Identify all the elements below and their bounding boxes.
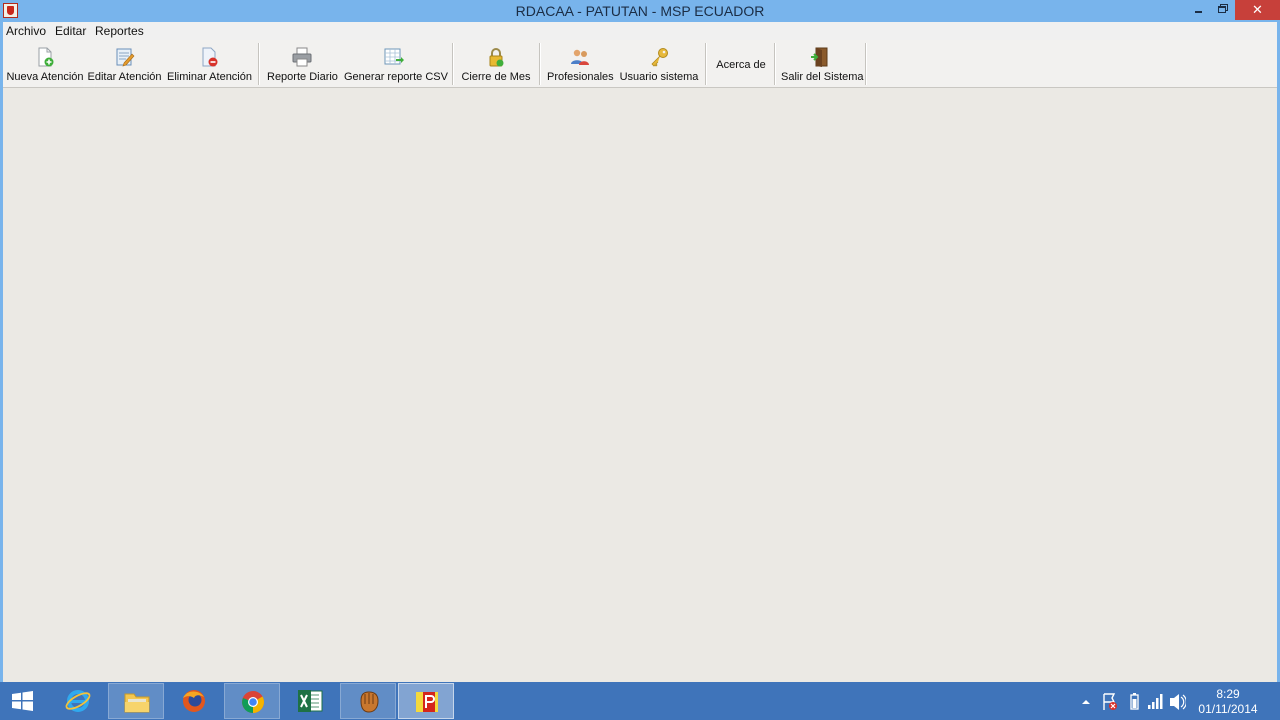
profesionales-button[interactable]: Profesionales — [547, 44, 614, 86]
glove-icon — [360, 691, 379, 713]
menu-reportes[interactable]: Reportes — [95, 24, 144, 38]
signal-bars-icon — [1148, 694, 1163, 709]
key-icon — [651, 48, 668, 67]
menu-bar: Archivo Editar Reportes — [3, 22, 1277, 40]
taskbar-game-app[interactable] — [340, 683, 396, 719]
taskbar-ie[interactable] — [50, 683, 106, 719]
toolbar-separator — [258, 43, 260, 85]
title-bar[interactable]: RDACAA - PATUTAN - MSP ECUADOR ✕ — [0, 0, 1280, 22]
network-indicator[interactable] — [1146, 682, 1164, 720]
volume-control[interactable] — [1168, 682, 1187, 720]
clock-date: 01/11/2014 — [1198, 702, 1258, 716]
taskbar-excel[interactable] — [282, 683, 338, 719]
printer-icon — [292, 47, 312, 67]
usuario-sistema-button[interactable]: Usuario sistema — [617, 44, 701, 86]
generar-reporte-csv-label: Generar reporte CSV — [344, 71, 448, 83]
restore-button[interactable] — [1209, 0, 1235, 20]
toolbar: Nueva Atención Editar Atención Eliminar … — [3, 40, 1277, 88]
battery-indicator[interactable] — [1126, 682, 1142, 720]
toolbar-separator — [774, 43, 776, 85]
speaker-icon — [1170, 694, 1187, 710]
toolbar-separator — [865, 43, 867, 85]
toolbar-separator — [452, 43, 454, 85]
cierre-de-mes-button[interactable]: Cierre de Mes — [461, 44, 531, 86]
cierre-de-mes-label: Cierre de Mes — [461, 71, 531, 83]
usuario-sistema-label: Usuario sistema — [619, 71, 699, 83]
menu-editar[interactable]: Editar — [55, 24, 86, 38]
acerca-de-label: Acerca de — [716, 59, 766, 71]
minimize-button[interactable] — [1185, 0, 1211, 20]
taskbar-chrome[interactable] — [224, 683, 280, 719]
lock-icon — [489, 48, 504, 67]
taskbar-rdacaa[interactable] — [398, 683, 454, 719]
taskbar-file-explorer[interactable] — [108, 683, 164, 719]
spreadsheet-export-icon — [384, 48, 404, 65]
profesionales-label: Profesionales — [547, 71, 614, 83]
window-title: RDACAA - PATUTAN - MSP ECUADOR — [515, 3, 765, 19]
exit-door-icon — [811, 47, 828, 67]
restore-icon — [1218, 6, 1226, 13]
chevron-up-icon — [1082, 700, 1090, 704]
action-center-flag[interactable] — [1100, 682, 1120, 720]
toolbar-separator — [705, 43, 707, 85]
toolbar-separator — [539, 43, 541, 85]
folder-icon — [124, 693, 150, 713]
eliminar-atencion-button[interactable]: Eliminar Atención — [167, 44, 252, 86]
nueva-atencion-button[interactable]: Nueva Atención — [5, 44, 85, 86]
flag-warning-icon — [1103, 693, 1117, 710]
users-icon — [571, 49, 589, 65]
editar-atencion-button[interactable]: Editar Atención — [87, 44, 162, 86]
delete-document-icon — [202, 47, 218, 67]
salir-del-sistema-label: Salir del Sistema — [781, 71, 864, 83]
eliminar-atencion-label: Eliminar Atención — [167, 71, 252, 83]
main-content-area — [3, 89, 1277, 682]
edit-document-icon — [116, 48, 134, 67]
excel-icon — [298, 690, 323, 712]
firefox-icon — [183, 690, 205, 712]
clock-time: 8:29 — [1216, 687, 1240, 701]
rdacaa-icon — [416, 692, 438, 712]
battery-icon — [1130, 693, 1139, 710]
close-button[interactable]: ✕ — [1235, 0, 1280, 20]
ie-icon — [65, 690, 91, 712]
show-hidden-icons-button[interactable] — [1080, 682, 1092, 720]
minimize-icon — [1194, 11, 1202, 13]
salir-del-sistema-button[interactable]: Salir del Sistema — [781, 44, 864, 86]
new-document-icon — [38, 47, 54, 67]
generar-reporte-csv-button[interactable]: Generar reporte CSV — [344, 44, 448, 86]
nueva-atencion-label: Nueva Atención — [6, 71, 84, 83]
editar-atencion-label: Editar Atención — [87, 71, 162, 83]
start-button[interactable] — [4, 683, 40, 719]
reporte-diario-button[interactable]: Reporte Diario — [267, 44, 338, 86]
taskbar: 8:29 01/11/2014 — [0, 682, 1280, 720]
taskbar-firefox[interactable] — [166, 683, 222, 719]
acerca-de-button[interactable]: Acerca de — [711, 44, 771, 86]
taskbar-clock[interactable]: 8:29 01/11/2014 — [1190, 687, 1266, 717]
reporte-diario-label: Reporte Diario — [267, 71, 338, 83]
windows-logo-icon — [12, 691, 33, 711]
chrome-icon — [242, 691, 264, 713]
menu-archivo[interactable]: Archivo — [6, 24, 46, 38]
